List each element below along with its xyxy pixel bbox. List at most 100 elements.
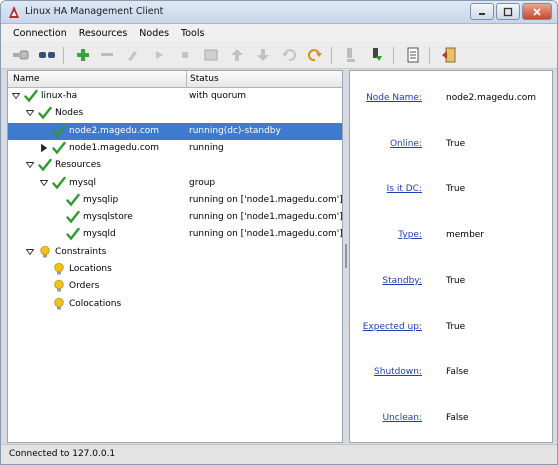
tree-row[interactable]: Orders <box>8 278 342 295</box>
move-down-button[interactable] <box>253 46 273 64</box>
status-bar: Connected to 127.0.0.1 <box>1 444 557 464</box>
lightbulb-icon <box>54 262 64 275</box>
property-value: node2.magedu.com <box>446 93 537 103</box>
property-label[interactable]: Type: <box>398 230 422 240</box>
check-icon <box>24 89 38 103</box>
move-up-icon <box>231 49 243 61</box>
property-label[interactable]: Node Name: <box>366 93 422 103</box>
standby-icon <box>347 48 355 62</box>
expanded-arrow-icon[interactable] <box>26 109 34 117</box>
expanded-arrow-icon[interactable] <box>26 161 34 169</box>
connection-status: Connected to 127.0.0.1 <box>9 449 116 459</box>
splitter-grip[interactable] <box>345 244 347 268</box>
maximize-button[interactable] <box>496 3 520 20</box>
cleanup-icon <box>128 51 137 61</box>
maximize-icon <box>503 7 513 16</box>
property-label[interactable]: Standby: <box>382 276 422 286</box>
lightbulb-icon <box>40 245 50 258</box>
disconnect-button[interactable] <box>37 46 57 64</box>
expanded-arrow-icon[interactable] <box>12 92 20 100</box>
menu-resources[interactable]: Resources <box>73 28 134 39</box>
expanded-arrow-icon[interactable] <box>40 179 48 187</box>
property-label[interactable]: Expected up: <box>363 322 422 332</box>
cluster-tree[interactable]: Name Status linux-ha with quorum Nodes node… <box>7 70 343 443</box>
stop-button[interactable] <box>175 46 195 64</box>
window-title: Linux HA Management Client <box>25 6 164 17</box>
tree-row-status: running <box>189 142 224 153</box>
heartbeat-app-icon <box>9 6 19 18</box>
tree-row-label: linux-ha <box>41 91 78 101</box>
check-icon <box>38 158 52 172</box>
tree-row-status: group <box>189 177 216 188</box>
menu-bar: Connection Resources Nodes Tools <box>1 24 557 42</box>
column-name-header[interactable]: Name <box>13 74 40 84</box>
minimize-button[interactable] <box>470 3 494 20</box>
property-label[interactable]: Is it DC: <box>387 184 422 194</box>
collapsed-arrow-icon[interactable] <box>40 143 48 152</box>
menu-nodes[interactable]: Nodes <box>133 28 175 39</box>
tree-row[interactable]: node1.magedu.com running <box>8 140 342 157</box>
cleanup-button[interactable] <box>123 46 143 64</box>
check-icon <box>52 141 66 155</box>
tree-row[interactable]: Nodes <box>8 105 342 122</box>
tree-row-label: mysqld <box>83 229 116 240</box>
standby-button[interactable] <box>341 46 361 64</box>
property-value: False <box>446 412 469 423</box>
stop-icon <box>182 52 188 58</box>
tree-row[interactable]: linux-ha with quorum <box>8 88 342 105</box>
tree-row[interactable]: mysqlstore running on ['node1.magedu.com'… <box>8 209 343 226</box>
app-window: Linux HA Management Client Connection Re… <box>0 0 558 465</box>
menu-tools[interactable]: Tools <box>175 28 210 39</box>
active-icon <box>373 48 382 61</box>
connect-button[interactable] <box>11 46 31 64</box>
tree-row[interactable]: mysqld running on ['node1.magedu.com'] <box>8 226 343 243</box>
check-icon <box>52 176 66 189</box>
property-label[interactable]: Unclean: <box>382 413 422 423</box>
add-button[interactable] <box>73 46 93 64</box>
lightbulb-icon <box>54 297 64 310</box>
undo-icon <box>282 49 296 62</box>
undo-button[interactable] <box>279 46 299 64</box>
close-button[interactable] <box>522 3 552 20</box>
tree-row[interactable]: mysqlip running on ['node1.magedu.com'] <box>8 192 343 209</box>
tree-row-label: mysqlstore <box>83 212 133 223</box>
exit-button[interactable] <box>439 46 459 64</box>
active-button[interactable] <box>367 46 387 64</box>
tree-row-label: mysqlip <box>83 194 119 205</box>
remove-icon <box>101 53 113 56</box>
tree-row[interactable]: Locations <box>8 261 342 278</box>
check-icon <box>38 107 52 120</box>
property-label[interactable]: Shutdown: <box>374 367 422 377</box>
expanded-arrow-icon[interactable] <box>26 248 34 256</box>
property-label[interactable]: Online: <box>390 139 422 149</box>
log-button[interactable] <box>403 46 423 64</box>
check-icon <box>52 124 66 137</box>
tree-row-status: running on ['node1.magedu.com'] <box>189 229 343 240</box>
remove-button[interactable] <box>97 46 117 64</box>
redo-button[interactable] <box>305 46 325 64</box>
tree-row[interactable]: Constraints <box>8 244 342 261</box>
check-icon <box>66 210 80 224</box>
default-button[interactable] <box>201 46 221 64</box>
disconnect-icon <box>39 52 55 58</box>
move-up-button[interactable] <box>227 46 247 64</box>
tree-row-label: Nodes <box>55 108 84 119</box>
add-icon <box>77 49 89 61</box>
toolbar <box>1 42 557 69</box>
tree-row-label: Constraints <box>55 246 107 257</box>
menu-connection[interactable]: Connection <box>7 28 73 39</box>
tree-row-label: Locations <box>69 264 112 274</box>
tree-row-label: Resources <box>55 160 101 171</box>
tree-row[interactable]: mysql group <box>8 175 342 192</box>
column-status-header[interactable]: Status <box>190 74 219 84</box>
title-bar[interactable]: Linux HA Management Client <box>1 1 557 24</box>
tree-row[interactable]: Resources <box>8 157 342 174</box>
tree-row[interactable]: Colocations <box>8 296 342 313</box>
redo-icon <box>308 49 322 62</box>
minimize-icon <box>479 12 485 15</box>
check-icon <box>66 193 80 207</box>
tree-row-status: running on ['node1.magedu.com'] <box>189 194 343 205</box>
tree-row[interactable]: node2.magedu.com running(dc)-standby <box>8 122 342 140</box>
start-button[interactable] <box>149 46 169 64</box>
tree-row-status: with quorum <box>189 91 247 101</box>
